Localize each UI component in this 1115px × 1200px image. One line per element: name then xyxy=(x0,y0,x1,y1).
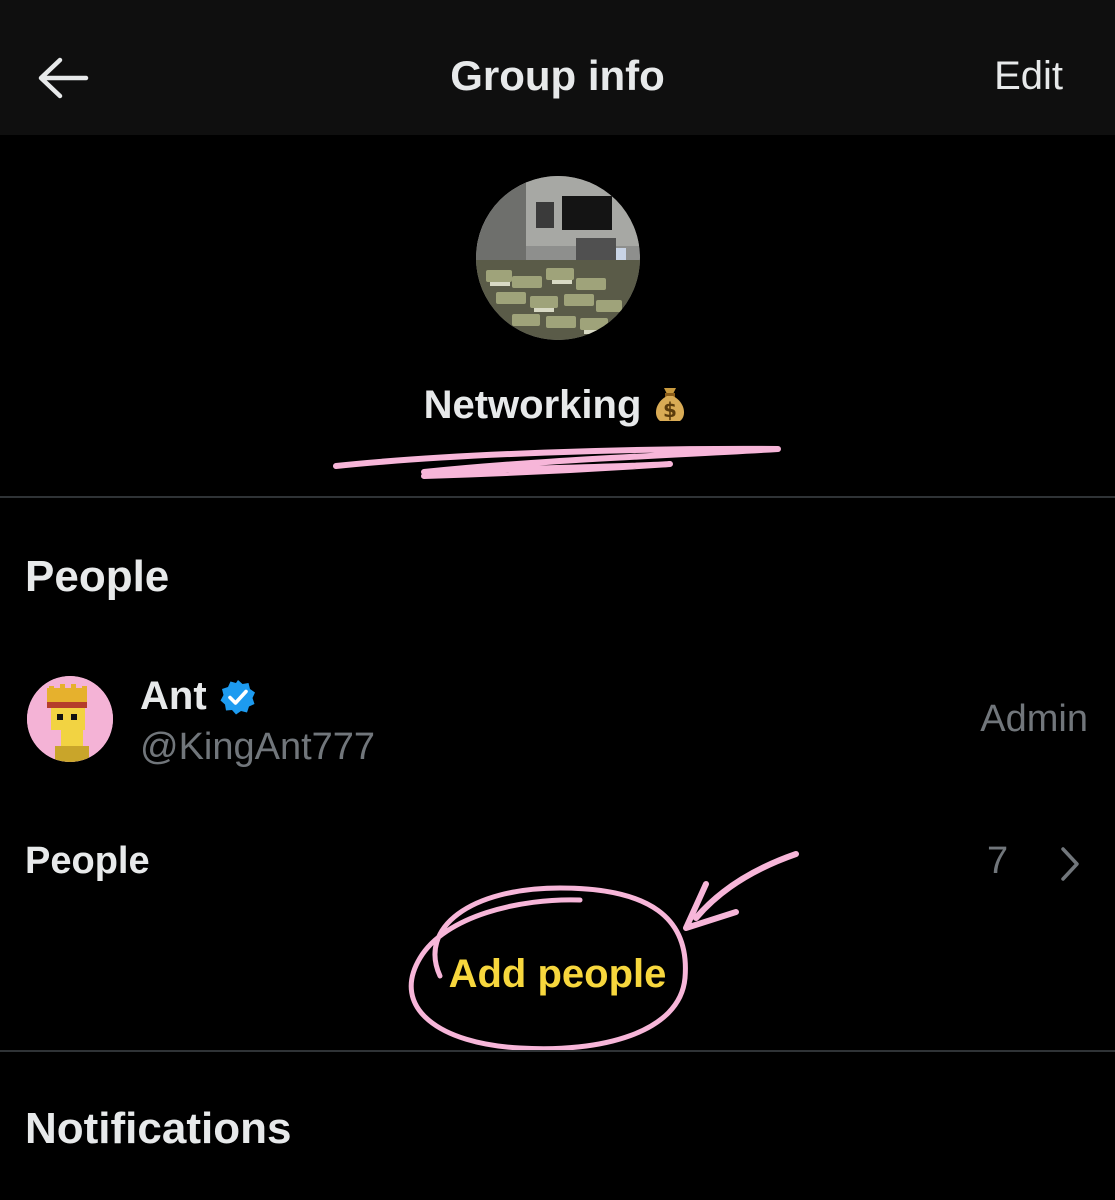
top-app-bar: Group info Edit xyxy=(0,0,1115,135)
people-count: 7 xyxy=(987,840,1009,882)
divider xyxy=(0,1050,1115,1052)
member-name: Ant xyxy=(140,674,207,718)
divider xyxy=(0,496,1115,498)
people-section-title: People xyxy=(25,552,170,601)
avatar xyxy=(27,676,113,762)
underline-scribble xyxy=(333,445,781,479)
add-people-button[interactable]: Add people xyxy=(0,952,1115,997)
edit-button[interactable]: Edit xyxy=(994,54,1063,99)
money-bag-icon: $ xyxy=(649,382,691,434)
group-name: Networking xyxy=(423,383,642,427)
notifications-section-title: Notifications xyxy=(25,1104,292,1153)
group-name-row: Networking $ xyxy=(0,382,1115,434)
svg-text:$: $ xyxy=(663,398,677,422)
group-avatar[interactable] xyxy=(476,176,640,340)
member-role-badge: Admin xyxy=(980,698,1088,740)
chevron-right-icon xyxy=(1061,847,1079,881)
people-row-label: People xyxy=(25,840,150,882)
member-handle: @KingAnt777 xyxy=(140,726,376,768)
verified-badge-icon xyxy=(220,680,255,715)
page-title: Group info xyxy=(450,52,665,99)
